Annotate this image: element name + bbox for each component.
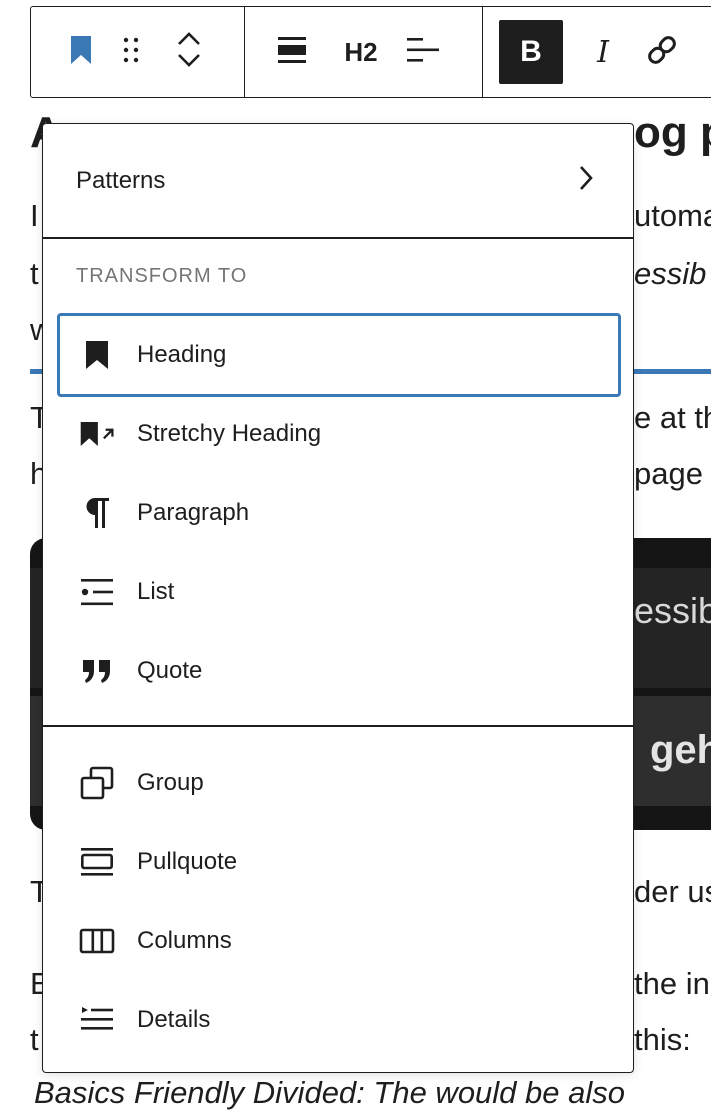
drag-handle-button[interactable] [101,20,161,84]
menu-item-label: Stretchy Heading [137,420,322,447]
move-block-buttons[interactable] [161,20,217,84]
bookmark-icon [79,337,115,373]
columns-icon [79,923,115,959]
paragraph-fragment: essib [634,256,707,291]
text-align-button[interactable] [403,20,443,84]
heading-level-button[interactable]: H2 [325,20,397,84]
image-text: essib [634,590,711,631]
transform-item-quote[interactable]: Quote [57,629,621,713]
bold-button[interactable]: B [499,20,563,84]
paragraph-fragment: Basics Friendly Divided: The would be al… [34,1075,625,1110]
block-type-button[interactable] [61,20,101,84]
menu-divider [43,237,633,239]
paragraph-fragment: e at th [634,400,711,435]
align-button[interactable] [275,20,309,84]
group-icon [79,765,115,801]
transform-item-pullquote[interactable]: Pullquote [57,820,621,904]
details-icon [79,1002,115,1038]
paragraph-fragment: page i [634,456,711,491]
chevron-up-icon[interactable] [176,29,202,52]
menu-item-label: Details [137,1006,211,1033]
transform-item-paragraph[interactable]: Paragraph [57,471,621,555]
menu-item-label: Columns [137,927,232,954]
menu-item-label: Pullquote [137,848,238,875]
drag-handle-icon [121,35,141,70]
bookmark-icon [69,34,93,71]
paragraph-fragment: the in [634,966,710,1001]
transform-item-list[interactable]: List [57,550,621,634]
patterns-label: Patterns [76,166,166,194]
italic-button[interactable]: I [573,20,633,84]
align-icon [277,35,307,70]
paragraph-fragment: I [30,198,39,233]
chevron-right-icon [577,164,595,197]
paragraph-icon [79,495,115,531]
paragraph-fragment: this: [634,1022,691,1057]
transform-item-columns[interactable]: Columns [57,899,621,983]
transform-item-heading[interactable]: Heading [57,313,621,397]
toolbar-group-heading: H2 [245,7,483,97]
menu-item-label: Paragraph [137,499,250,526]
toolbar-group-block [31,7,245,97]
transform-item-details[interactable]: Details [57,978,621,1062]
text-align-icon [406,35,440,70]
transform-item-stretchy-heading[interactable]: Stretchy Heading [57,392,621,476]
pullquote-icon [79,844,115,880]
stretchy-heading-icon [79,416,115,452]
block-transform-menu: Patterns TRANSFORM TO Heading Stretchy H… [42,123,634,1073]
menu-item-patterns[interactable]: Patterns [43,124,633,237]
list-icon [79,574,115,610]
transform-item-group[interactable]: Group [57,741,621,825]
post-title-fragment-right: og p [634,108,711,157]
menu-item-label: Heading [137,341,227,368]
transform-section-label: TRANSFORM TO [76,265,248,287]
paragraph-fragment: t [30,1022,39,1057]
menu-item-label: Quote [137,657,203,684]
quote-icon [79,653,115,689]
toolbar-group-format: B I [483,7,687,97]
block-toolbar: H2 B I [30,6,711,98]
menu-divider [43,725,633,727]
paragraph-fragment: t [30,256,39,291]
image-text: geh [650,728,711,772]
menu-item-label: List [137,578,175,605]
link-icon [645,33,679,72]
link-button[interactable] [637,20,687,84]
paragraph-fragment: utoma [634,198,711,233]
chevron-down-icon[interactable] [176,52,202,75]
menu-item-label: Group [137,769,204,796]
paragraph-fragment: der us [634,874,711,909]
